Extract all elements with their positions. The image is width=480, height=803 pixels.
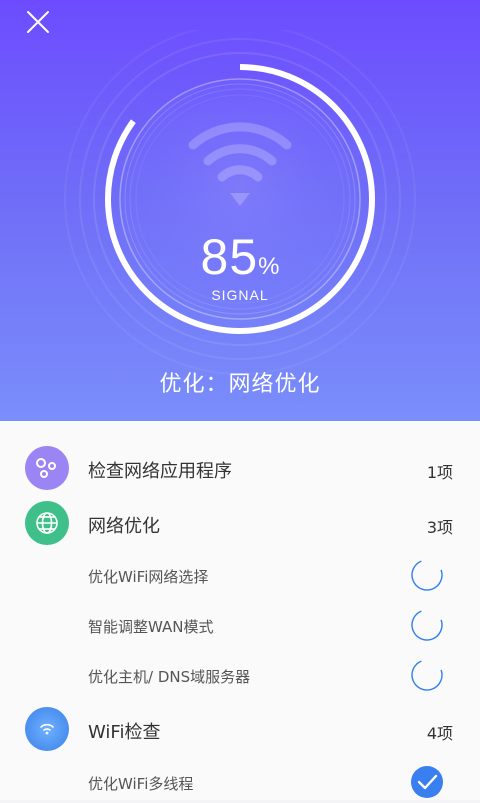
loading-spinner-icon bbox=[410, 608, 444, 642]
group-label: 网络优化 bbox=[88, 516, 160, 537]
item-label: 优化WiFi多线程 bbox=[88, 775, 194, 793]
group-label: 检查网络应用程序 bbox=[88, 461, 232, 482]
wifi-icon bbox=[25, 707, 69, 751]
group-wifi-check[interactable]: WiFi检查 4项 bbox=[0, 707, 480, 753]
item-label: 智能调整WAN模式 bbox=[88, 618, 214, 636]
optimization-list: 检查网络应用程序 1项 网络优化 3项 优化WiFi网络选择 智能调整WAN模式… bbox=[0, 421, 480, 800]
checkmark-icon bbox=[410, 765, 444, 799]
signal-percentage: 85% bbox=[0, 228, 480, 286]
globe-icon bbox=[25, 501, 69, 545]
group-count: 1项 bbox=[426, 463, 453, 482]
close-icon[interactable] bbox=[22, 6, 54, 38]
item-label: 优化WiFi网络选择 bbox=[88, 568, 209, 586]
group-network-optimize[interactable]: 网络优化 3项 bbox=[0, 501, 480, 547]
signal-value: 85 bbox=[200, 229, 259, 285]
group-count: 4项 bbox=[426, 724, 453, 743]
loading-spinner-icon bbox=[410, 558, 444, 592]
group-count: 3项 bbox=[426, 518, 453, 537]
page-title: 优化：网络优化 bbox=[159, 372, 321, 397]
group-check-apps[interactable]: 检查网络应用程序 1项 bbox=[0, 445, 480, 491]
loading-spinner-icon bbox=[410, 658, 444, 692]
signal-unit: % bbox=[258, 253, 280, 280]
apps-icon bbox=[25, 446, 69, 490]
list-item-wan-mode: 智能调整WAN模式 bbox=[0, 607, 480, 643]
list-item-dns: 优化主机/ DNS域服务器 bbox=[0, 657, 480, 693]
group-label: WiFi检查 bbox=[88, 722, 161, 743]
signal-gauge bbox=[60, 23, 420, 390]
header-panel: 85% SIGNAL 优化：网络优化 bbox=[0, 0, 480, 421]
signal-label: SIGNAL bbox=[211, 287, 269, 303]
list-item-wifi-multithread: 优化WiFi多线程 bbox=[0, 765, 480, 801]
item-label: 优化主机/ DNS域服务器 bbox=[88, 668, 251, 686]
list-item-wifi-select: 优化WiFi网络选择 bbox=[0, 557, 480, 593]
